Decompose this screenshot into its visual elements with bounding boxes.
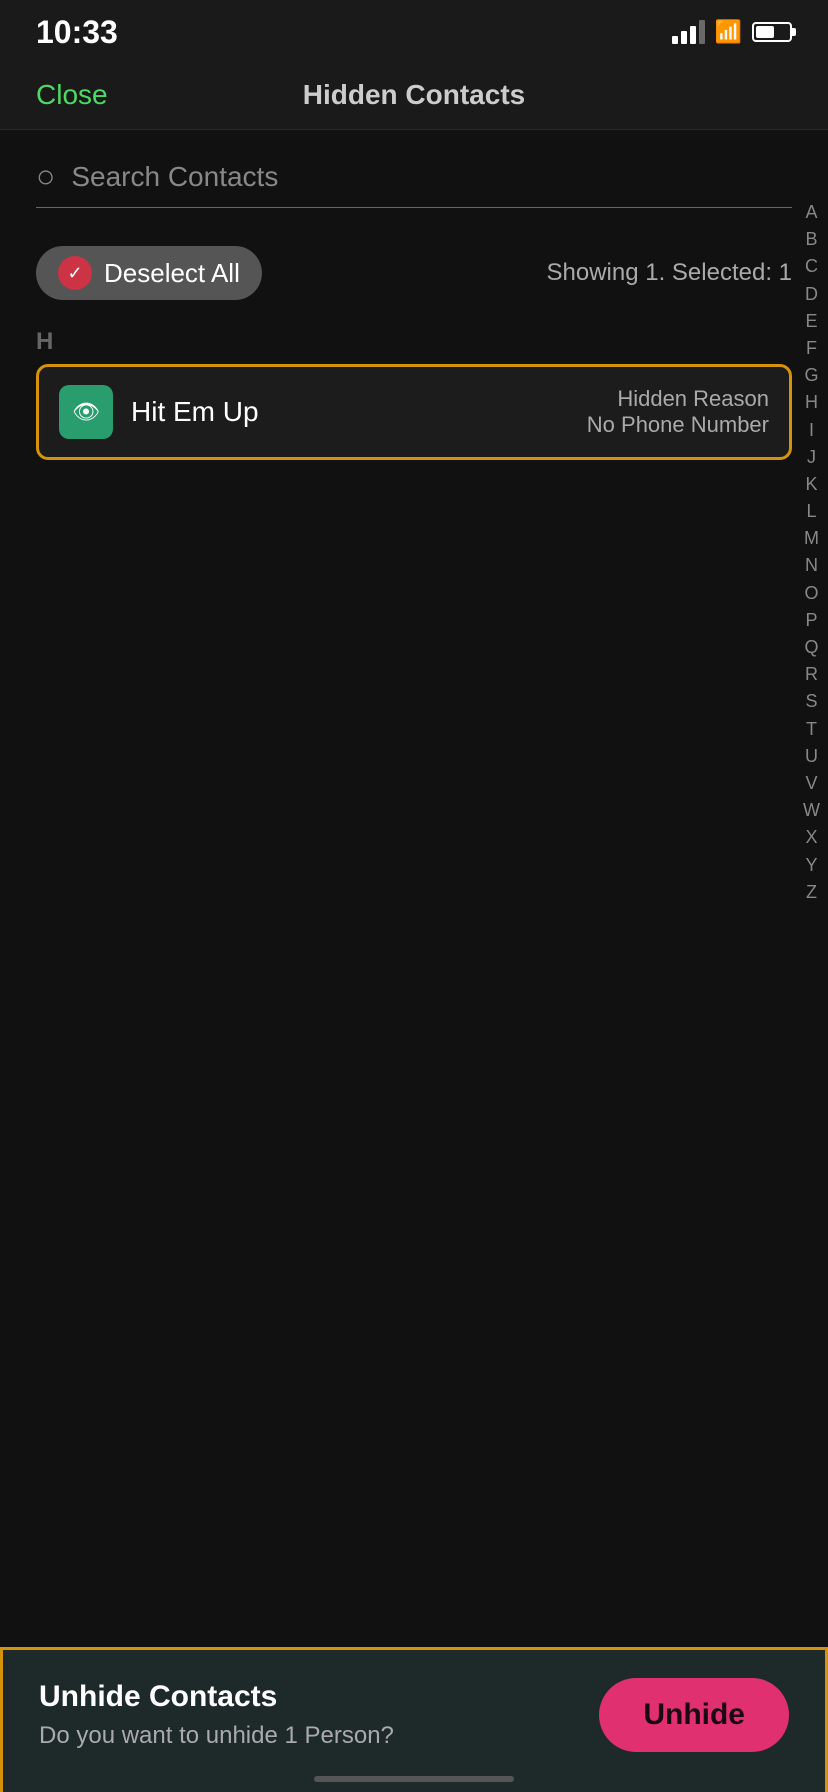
search-container: ○ (0, 130, 828, 228)
alpha-letter-g[interactable]: G (804, 363, 818, 388)
unhide-button[interactable]: Unhide (599, 1678, 789, 1752)
alpha-letter-h[interactable]: H (805, 390, 818, 415)
eye-icon: 👁 (72, 399, 100, 425)
check-icon: ✓ (58, 256, 92, 290)
battery-icon (752, 22, 792, 42)
toolbar-row: ✓ Deselect All Showing 1. Selected: 1 (0, 228, 828, 318)
alpha-letter-p[interactable]: P (805, 608, 817, 633)
alpha-letter-t[interactable]: T (806, 717, 817, 742)
home-indicator (314, 1776, 514, 1782)
alpha-letter-k[interactable]: K (805, 472, 817, 497)
alpha-letter-e[interactable]: E (805, 309, 817, 334)
alpha-letter-o[interactable]: O (804, 581, 818, 606)
wifi-icon: 📶 (715, 19, 742, 45)
alpha-letter-y[interactable]: Y (805, 853, 817, 878)
search-bar: ○ (36, 158, 792, 208)
alpha-letter-c[interactable]: C (805, 254, 818, 279)
status-time: 10:33 (36, 14, 118, 51)
hidden-reason-value: No Phone Number (587, 412, 769, 438)
contact-item[interactable]: 👁 Hit Em Up Hidden Reason No Phone Numbe… (36, 364, 792, 460)
signal-icon (672, 20, 705, 44)
alpha-letter-j[interactable]: J (807, 445, 816, 470)
alpha-letter-i[interactable]: I (809, 418, 814, 443)
bottom-sheet-text: Unhide Contacts Do you want to unhide 1 … (39, 1680, 599, 1750)
alpha-letter-b[interactable]: B (805, 227, 817, 252)
contact-name: Hit Em Up (131, 396, 259, 428)
hidden-reason-label: Hidden Reason (587, 386, 769, 412)
alpha-letter-f[interactable]: F (806, 336, 817, 361)
search-input[interactable] (71, 161, 792, 193)
alpha-letter-n[interactable]: N (805, 553, 818, 578)
deselect-all-button[interactable]: ✓ Deselect All (36, 246, 262, 300)
page-title: Hidden Contacts (303, 79, 525, 111)
alpha-letter-l[interactable]: L (806, 499, 816, 524)
contact-left: 👁 Hit Em Up (59, 385, 259, 439)
avatar: 👁 (59, 385, 113, 439)
alpha-letter-m[interactable]: M (804, 526, 819, 551)
alpha-letter-x[interactable]: X (805, 825, 817, 850)
contact-right: Hidden Reason No Phone Number (587, 386, 769, 438)
showing-count: Showing 1. Selected: 1 (547, 259, 793, 287)
alpha-letter-w[interactable]: W (803, 798, 820, 823)
status-icons: 📶 (672, 19, 792, 45)
alpha-letter-d[interactable]: D (805, 282, 818, 307)
unhide-subtitle: Do you want to unhide 1 Person? (39, 1722, 599, 1750)
section-letter-h: H (36, 318, 792, 364)
alpha-letter-s[interactable]: S (805, 689, 817, 714)
alphabet-index[interactable]: ABCDEFGHIJKLMNOPQRSTUVWXYZ (803, 200, 820, 905)
unhide-title: Unhide Contacts (39, 1680, 599, 1714)
alpha-letter-r[interactable]: R (805, 662, 818, 687)
alpha-letter-a[interactable]: A (805, 200, 817, 225)
close-button[interactable]: Close (36, 79, 108, 111)
nav-bar: Close Hidden Contacts (0, 60, 828, 130)
alpha-letter-u[interactable]: U (805, 744, 818, 769)
search-icon: ○ (36, 158, 55, 195)
alpha-letter-z[interactable]: Z (806, 880, 817, 905)
alpha-letter-v[interactable]: V (805, 771, 817, 796)
contacts-area: H 👁 Hit Em Up Hidden Reason No Phone Num… (0, 318, 828, 460)
bottom-sheet: Unhide Contacts Do you want to unhide 1 … (0, 1647, 828, 1792)
alpha-letter-q[interactable]: Q (804, 635, 818, 660)
status-bar: 10:33 📶 (0, 0, 828, 60)
deselect-label: Deselect All (104, 258, 240, 289)
